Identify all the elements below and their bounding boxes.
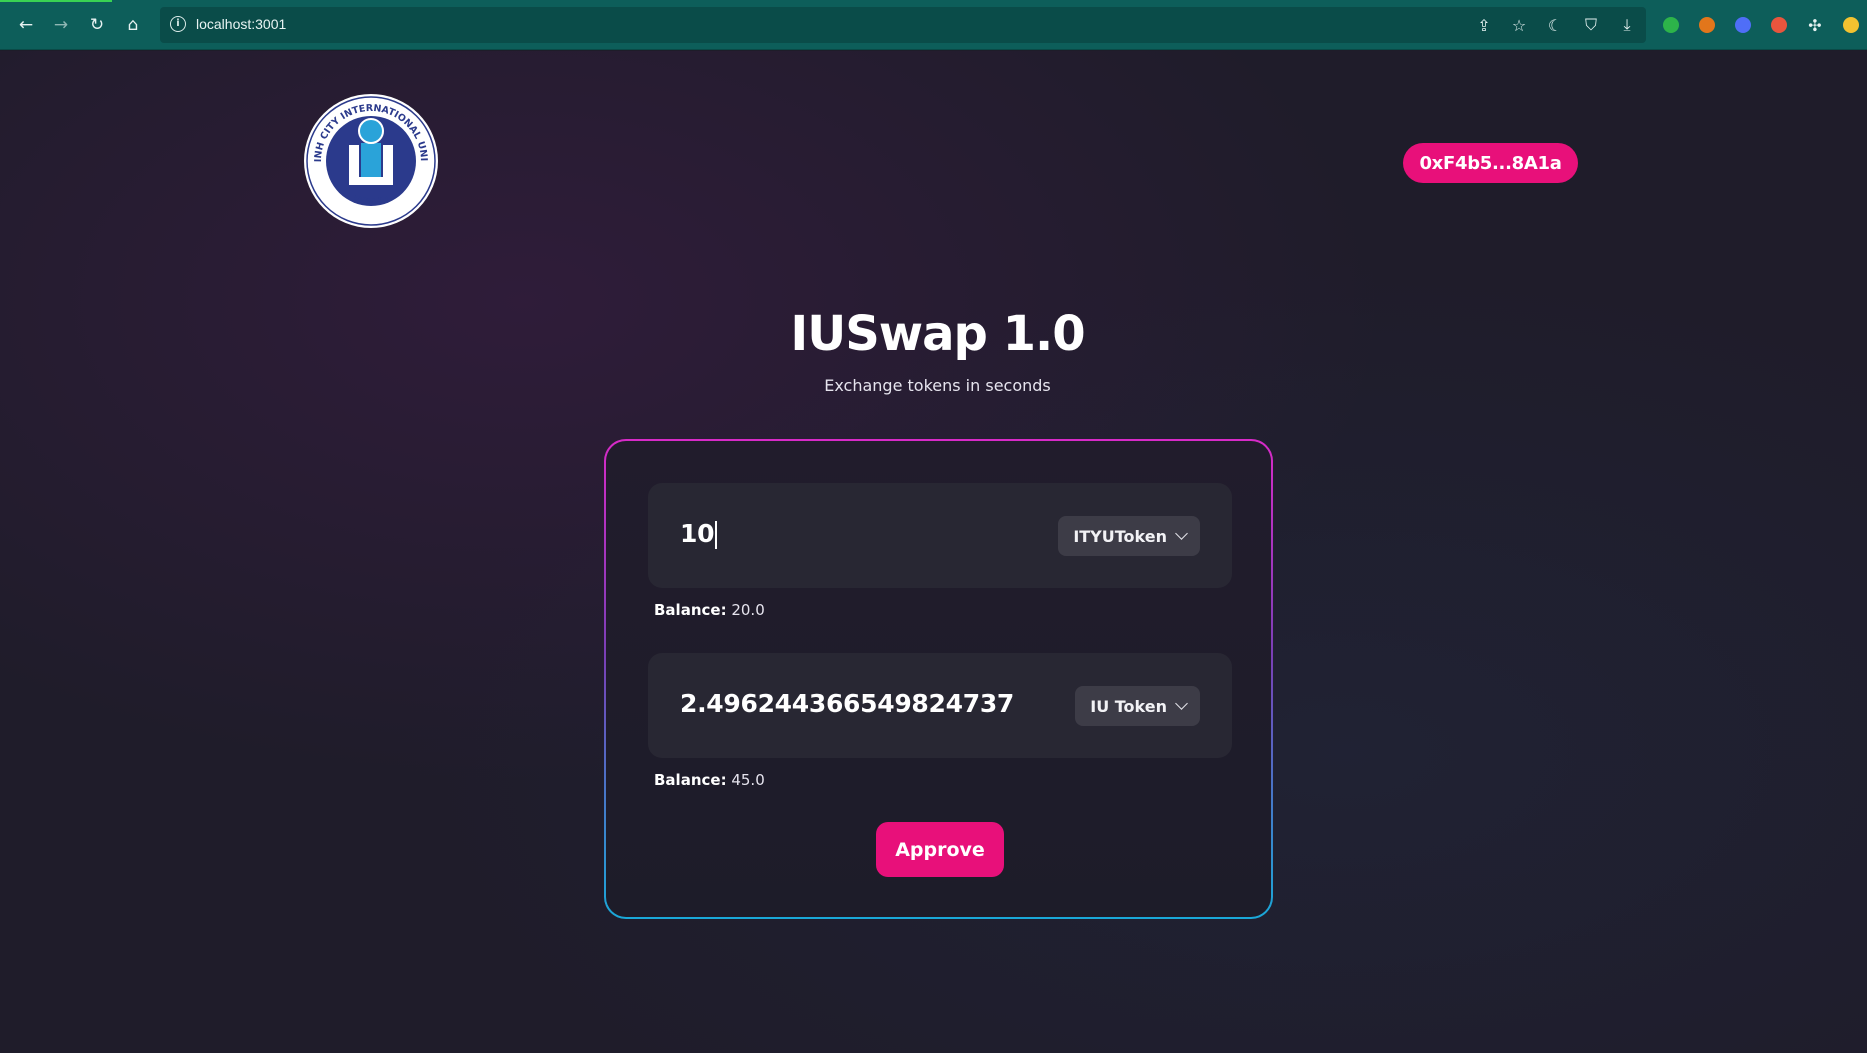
to-token-label: IU Token bbox=[1090, 696, 1167, 716]
moon-icon[interactable]: ☾ bbox=[1543, 13, 1567, 37]
from-token-label: ITYUToken bbox=[1073, 526, 1167, 546]
browser-toolbar: ← → ↻ ⌂ i localhost:3001 ⇪ ☆ ☾ ⛉ ⤓ ✣ bbox=[0, 0, 1867, 50]
puzzle-icon[interactable]: ✣ bbox=[1803, 13, 1827, 37]
extension-dot bbox=[1735, 17, 1751, 33]
site-info-icon[interactable]: i bbox=[170, 16, 186, 32]
extension-icon-1[interactable] bbox=[1659, 13, 1683, 37]
to-token-select[interactable]: IU Token bbox=[1075, 686, 1200, 726]
wallet-address-button[interactable]: 0xF4b5...8A1a bbox=[1403, 143, 1578, 183]
star-icon[interactable]: ☆ bbox=[1507, 13, 1531, 37]
extension-dot bbox=[1843, 17, 1859, 33]
to-amount-output[interactable]: 2.496244366549824737 bbox=[680, 689, 1014, 718]
to-amount-value: 2.496244366549824737 bbox=[680, 689, 1015, 718]
chevron-down-icon bbox=[1175, 697, 1188, 710]
page-load-progress bbox=[0, 0, 112, 2]
from-amount-value: 10 bbox=[680, 519, 715, 548]
to-balance: Balance: 45.0 bbox=[654, 771, 765, 789]
balance-label: Balance: bbox=[654, 771, 727, 789]
from-amount-input[interactable]: 10 bbox=[680, 519, 718, 549]
extension-dot bbox=[1663, 17, 1679, 33]
extension-icon-4[interactable] bbox=[1767, 13, 1791, 37]
to-token-row: 2.496244366549824737 IU Token bbox=[648, 653, 1232, 758]
address-bar[interactable]: i localhost:3001 bbox=[160, 7, 1646, 43]
chevron-down-icon bbox=[1175, 527, 1188, 540]
download-icon[interactable]: ⤓ bbox=[1615, 13, 1639, 37]
page-title: IUSwap 1.0 bbox=[790, 306, 1085, 362]
balance-value: 45.0 bbox=[731, 771, 765, 789]
approve-button[interactable]: Approve bbox=[876, 822, 1004, 877]
shield-icon[interactable]: ⛉ bbox=[1579, 13, 1603, 37]
swap-card: 10 ITYUToken Balance: 20.0 2.49624436654… bbox=[604, 439, 1273, 919]
balance-value: 20.0 bbox=[731, 601, 765, 619]
extension-icon-3[interactable] bbox=[1731, 13, 1755, 37]
page-subtitle: Exchange tokens in seconds bbox=[824, 376, 1051, 395]
from-balance: Balance: 20.0 bbox=[654, 601, 765, 619]
university-logo: HOCHIMINH CITY INTERNATIONAL UNIVERSITY … bbox=[303, 93, 438, 228]
reload-icon[interactable]: ↻ bbox=[85, 13, 109, 37]
profile-icon[interactable] bbox=[1839, 13, 1863, 37]
from-token-select[interactable]: ITYUToken bbox=[1058, 516, 1200, 556]
metamask-icon[interactable] bbox=[1695, 13, 1719, 37]
text-caret bbox=[715, 521, 718, 549]
swap-card-body: 10 ITYUToken Balance: 20.0 2.49624436654… bbox=[606, 441, 1271, 917]
forward-icon[interactable]: → bbox=[49, 13, 73, 37]
balance-label: Balance: bbox=[654, 601, 727, 619]
url-text[interactable]: localhost:3001 bbox=[196, 16, 286, 32]
extension-dot bbox=[1771, 17, 1787, 33]
back-icon[interactable]: ← bbox=[14, 13, 38, 37]
share-icon[interactable]: ⇪ bbox=[1472, 13, 1496, 37]
home-icon[interactable]: ⌂ bbox=[121, 13, 145, 37]
from-token-row: 10 ITYUToken bbox=[648, 483, 1232, 588]
extension-dot bbox=[1699, 17, 1715, 33]
app-page: HOCHIMINH CITY INTERNATIONAL UNIVERSITY … bbox=[0, 51, 1867, 1053]
